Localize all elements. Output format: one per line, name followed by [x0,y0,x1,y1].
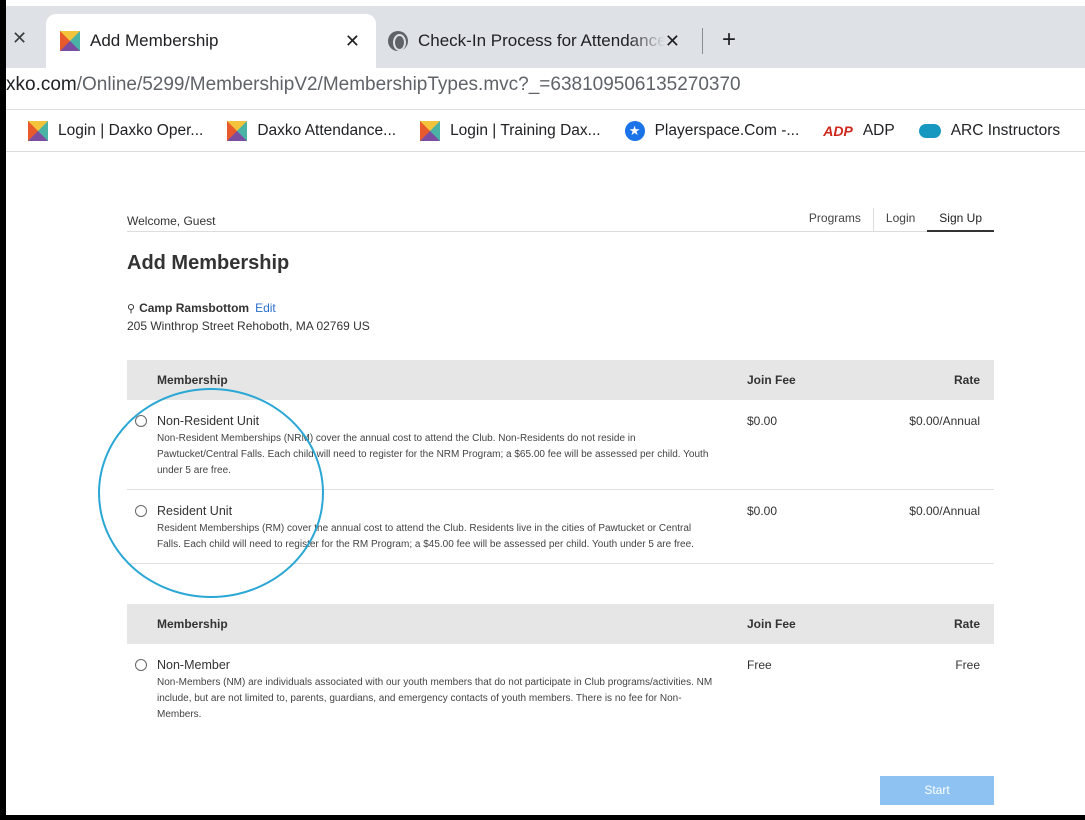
join-fee: $0.00 [747,414,778,428]
header-join-fee: Join Fee [747,373,796,387]
tab-divider [702,28,703,54]
bookmark-label: Playerspace.Com -... [654,121,800,139]
rate: $0.00/Annual [909,414,980,428]
url-path: /Online/5299/MembershipV2/MembershipType… [76,74,741,95]
bookmark-daxko-attendance[interactable]: Daxko Attendance... [227,120,397,141]
membership-name: Non-Member [157,658,230,672]
header-rate: Rate [953,617,980,631]
browser-window: ✕ Add Membership ✕ Check-In Process for … [6,0,1085,815]
join-fee: Free [747,658,772,672]
adp-icon: ADP [823,122,853,139]
close-icon[interactable]: ✕ [665,31,680,52]
page-content: Welcome, Guest Programs Login Sign Up Ad… [6,152,1085,815]
header-membership: Membership [157,617,228,631]
start-button[interactable]: Start [880,776,994,805]
nav-programs[interactable]: Programs [797,208,873,232]
bookmark-label: ARC Instructors [950,121,1061,139]
bookmark-label: ADP [862,121,895,139]
location: ⚲ Camp Ramsbottom Edit [127,301,276,315]
edit-location-link[interactable]: Edit [255,301,276,315]
membership-table-2: Membership Join Fee Rate Non-Member Non-… [127,604,994,733]
bookmark-label: Login | Training Dax... [450,121,601,139]
bookmarks-bar: Login | Daxko Oper... Daxko Attendance..… [6,110,1085,152]
tab-check-in-process[interactable]: Check-In Process for Attendance ✕ [376,14,696,68]
daxko-icon [28,120,48,141]
radio-non-member[interactable] [135,659,147,671]
tab-title: Add Membership [90,31,219,50]
new-tab-icon[interactable]: + [722,26,736,54]
daxko-icon [60,31,80,51]
location-name: Camp Ramsbottom [139,301,250,315]
tab-add-membership[interactable]: Add Membership ✕ [46,14,376,68]
star-icon: ★ [624,120,645,141]
address-bar[interactable]: xko.com/Online/5299/MembershipV2/Members… [6,68,1085,110]
top-nav: Welcome, Guest Programs Login Sign Up [127,208,994,232]
close-icon[interactable]: ✕ [12,28,27,49]
membership-row-non-member[interactable]: Non-Member Non-Members (NM) are individu… [127,644,994,733]
url-text[interactable]: xko.com/Online/5299/MembershipV2/Members… [6,74,741,96]
url-host: xko.com [6,74,77,95]
nav-sign-up[interactable]: Sign Up [927,208,994,232]
location-address: 205 Winthrop Street Rehoboth, MA 02769 U… [127,319,370,333]
table-header: Membership Join Fee Rate [127,360,994,400]
header-join-fee: Join Fee [747,617,796,631]
cloud-icon [918,123,941,138]
header-rate: Rate [953,373,980,387]
join-fee: $0.00 [747,504,778,518]
daxko-icon [420,120,441,141]
header-membership: Membership [157,373,228,387]
tab-title: Check-In Process for Attendance [418,31,665,50]
page-title: Add Membership [127,252,290,274]
nav-login[interactable]: Login [872,208,927,232]
membership-cell: Non-Member Non-Members (NM) are individu… [127,658,717,723]
close-icon[interactable]: ✕ [345,31,360,52]
annotation-circle [98,388,324,598]
welcome-text: Welcome, Guest [127,214,216,228]
bookmark-daxko-oper[interactable]: Login | Daxko Oper... [28,120,204,141]
location-pin-icon: ⚲ [127,303,136,315]
membership-description: Non-Members (NM) are individuals associa… [157,677,713,720]
rate: Free [955,658,980,672]
bookmark-training-daxko[interactable]: Login | Training Dax... [420,120,601,141]
bookmark-playerspace[interactable]: ★ Playerspace.Com -... [624,120,800,141]
bookmark-adp[interactable]: ADP ADP [823,122,894,140]
bookmark-label: Login | Daxko Oper... [58,121,204,139]
tab-strip: ✕ Add Membership ✕ Check-In Process for … [6,6,1085,68]
table-header: Membership Join Fee Rate [127,604,994,644]
daxko-icon [227,120,248,141]
nav-links: Programs Login Sign Up [797,208,994,232]
globe-icon [388,31,408,51]
bookmark-label: Daxko Attendance... [257,121,397,139]
rate: $0.00/Annual [909,504,980,518]
bookmark-arc-instructors[interactable]: ARC Instructors [918,121,1061,140]
